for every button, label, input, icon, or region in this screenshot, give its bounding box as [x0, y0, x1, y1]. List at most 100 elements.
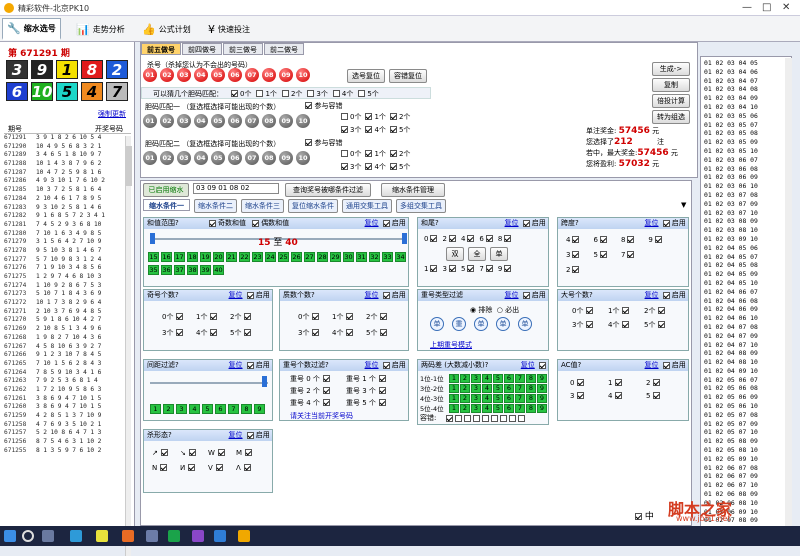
big-count-checkbox[interactable]	[586, 307, 594, 314]
dan1-join-checkbox[interactable]: 参与容错	[305, 101, 343, 111]
shape-checkbox[interactable]	[217, 449, 225, 456]
repeat-count-option[interactable]: 重号 2 个	[290, 386, 346, 396]
diff-num[interactable]: 7	[515, 403, 525, 413]
tab-shrink-select[interactable]: 🔧 缩水选号	[2, 18, 61, 40]
list-item[interactable]: 01 02 03 05 08	[704, 129, 788, 138]
exclude-radio[interactable]: ◉	[470, 306, 476, 314]
diff-num[interactable]: 5	[493, 393, 503, 403]
sum-num[interactable]: 37	[174, 265, 185, 275]
sum-slider-right-handle[interactable]	[402, 233, 407, 244]
span-option[interactable]: 9	[648, 235, 662, 244]
tolerance-checkbox[interactable]	[509, 414, 516, 422]
list-item[interactable]: 01 02 04 05 09	[704, 270, 788, 279]
prime-count-checkbox[interactable]	[312, 329, 320, 336]
gap-num[interactable]: 2	[163, 404, 174, 414]
generated-number-list[interactable]: 01 02 03 04 05 01 02 03 04 06 01 02 03 04 …	[700, 56, 792, 546]
shape-option[interactable]: ↗	[152, 448, 180, 457]
sum-num[interactable]: 32	[369, 252, 380, 262]
repeat-count-checkbox[interactable]	[378, 375, 386, 382]
diff-num[interactable]: 1	[449, 383, 459, 393]
diff-num[interactable]: 8	[526, 393, 536, 403]
language-checkbox[interactable]	[635, 513, 642, 520]
diff-num[interactable]: 7	[515, 383, 525, 393]
ball-07[interactable]: 07	[245, 114, 259, 128]
shape-checkbox[interactable]	[245, 449, 253, 456]
repeat-count-option[interactable]: 重号 1 个	[346, 374, 402, 384]
table-row[interactable]: 671279 3 1 5 6 4 2 7 10 9	[4, 238, 131, 247]
repeat-count-checkbox[interactable]	[322, 387, 330, 394]
shape-option[interactable]: W	[208, 448, 236, 457]
prime-count-option[interactable]: 3个	[298, 328, 332, 338]
table-row[interactable]: 671276 7 1 9 10 3 4 8 5 6	[4, 264, 131, 273]
span-option[interactable]: 4	[566, 235, 580, 244]
prime-count-option[interactable]: 2个	[366, 312, 400, 322]
guess-option[interactable]: 0个	[231, 89, 251, 99]
table-row[interactable]: 671262 1 7 2 10 9 5 8 6 3	[4, 386, 131, 395]
table-row[interactable]: 671275 1 2 9 7 4 6 8 10 3	[4, 273, 131, 282]
table-row[interactable]: 671284 2 10 4 6 1 7 8 9 5	[4, 195, 131, 204]
table-row[interactable]: 671263 7 9 2 5 3 6 8 1 4	[4, 377, 131, 386]
diff-num[interactable]: 9	[537, 383, 547, 393]
sum-num[interactable]: 21	[226, 252, 237, 262]
diff-num[interactable]: 3	[471, 403, 481, 413]
app-icon-3[interactable]	[168, 530, 180, 542]
ac-enable-checkbox[interactable]	[662, 362, 670, 369]
prime-count-checkbox[interactable]	[346, 313, 354, 320]
table-row[interactable]: 671278 9 5 10 3 8 1 4 6 7	[4, 247, 131, 256]
span-option[interactable]: 3	[566, 250, 580, 259]
sum-num[interactable]: 15	[148, 252, 159, 262]
ball-07[interactable]: 07	[245, 68, 259, 82]
odd-count-checkbox[interactable]	[176, 329, 184, 336]
table-row[interactable]: 671277 5 7 10 9 8 3 1 2 4	[4, 256, 131, 265]
list-item[interactable]: 01 02 03 07 09	[704, 200, 788, 209]
tab-front-1[interactable]: 前五做号	[141, 43, 181, 55]
dan1-count-option[interactable]: 2个	[389, 112, 410, 122]
list-item[interactable]: 01 02 04 05 08	[704, 261, 788, 270]
list-item[interactable]: 01 02 05 07 08	[704, 411, 788, 420]
table-row[interactable]: 671282 9 1 6 8 5 7 2 3 4 1	[4, 212, 131, 221]
list-item[interactable]: 01 02 05 06 09	[704, 393, 788, 402]
watch-current-link[interactable]: 请关注当前开奖号码	[290, 411, 353, 421]
tolerance-checkbox[interactable]	[455, 414, 462, 422]
copy-button[interactable]: 复制	[652, 78, 690, 92]
ac-option[interactable]: 3	[570, 391, 608, 400]
condition-manage-button[interactable]: 缩水条件管理	[381, 183, 445, 197]
prime-count-option[interactable]: 4个	[332, 328, 366, 338]
list-item[interactable]: 01 02 03 05 07	[704, 121, 788, 130]
repeat-count-option[interactable]: 重号 3 个	[346, 386, 402, 396]
tail-all-button[interactable]: 全	[468, 247, 486, 261]
list-item[interactable]: 01 02 06 07 10	[704, 481, 788, 490]
guess-checkbox[interactable]	[281, 90, 289, 97]
table-row[interactable]: 671283 9 3 10 2 5 8 1 4 6	[4, 204, 131, 213]
task-view-icon[interactable]	[42, 530, 54, 542]
gap-num[interactable]: 3	[176, 404, 187, 414]
ball-02[interactable]: 02	[160, 114, 174, 128]
tail-checkbox[interactable]	[467, 235, 475, 242]
table-row[interactable]: 671259 4 2 8 5 1 3 7 10 9	[4, 412, 131, 421]
repeat-count-option[interactable]: 重号 5 个	[346, 398, 402, 408]
gap-num[interactable]: 7	[228, 404, 239, 414]
dan2-join-checkbox[interactable]: 参与容错	[305, 138, 343, 148]
explorer-icon[interactable]	[96, 530, 108, 542]
list-item[interactable]: 01 02 03 06 08	[704, 165, 788, 174]
table-row[interactable]: 671291 3 9 1 8 2 6 10 5 4	[4, 134, 131, 143]
sum-num[interactable]: 31	[356, 252, 367, 262]
ac-checkbox[interactable]	[653, 379, 661, 386]
generate-button[interactable]: 生成->	[652, 62, 690, 76]
list-item[interactable]: 01 02 05 09 10	[704, 455, 788, 464]
dan2-count-option[interactable]: 2个	[389, 149, 410, 159]
sum-num[interactable]: 36	[161, 265, 172, 275]
tab-front-3[interactable]: 前三做号	[223, 43, 263, 55]
repeat-count-checkbox[interactable]	[378, 387, 386, 394]
dan2-count-option[interactable]: 1个	[365, 149, 386, 159]
list-item[interactable]: 01 02 04 06 08	[704, 297, 788, 306]
list-item[interactable]: 01 02 03 04 10	[704, 103, 788, 112]
list-item[interactable]: 01 02 04 08 09	[704, 349, 788, 358]
table-row[interactable]: 671271 2 10 3 7 6 9 4 8 5	[4, 308, 131, 317]
prime-count-checkbox[interactable]	[380, 329, 388, 336]
diff-num[interactable]: 5	[493, 403, 503, 413]
gap-slider-handle[interactable]	[262, 376, 267, 387]
tail-option[interactable]: 3	[442, 264, 456, 273]
diff-num[interactable]: 2	[460, 403, 470, 413]
ball-09[interactable]: 09	[279, 114, 293, 128]
